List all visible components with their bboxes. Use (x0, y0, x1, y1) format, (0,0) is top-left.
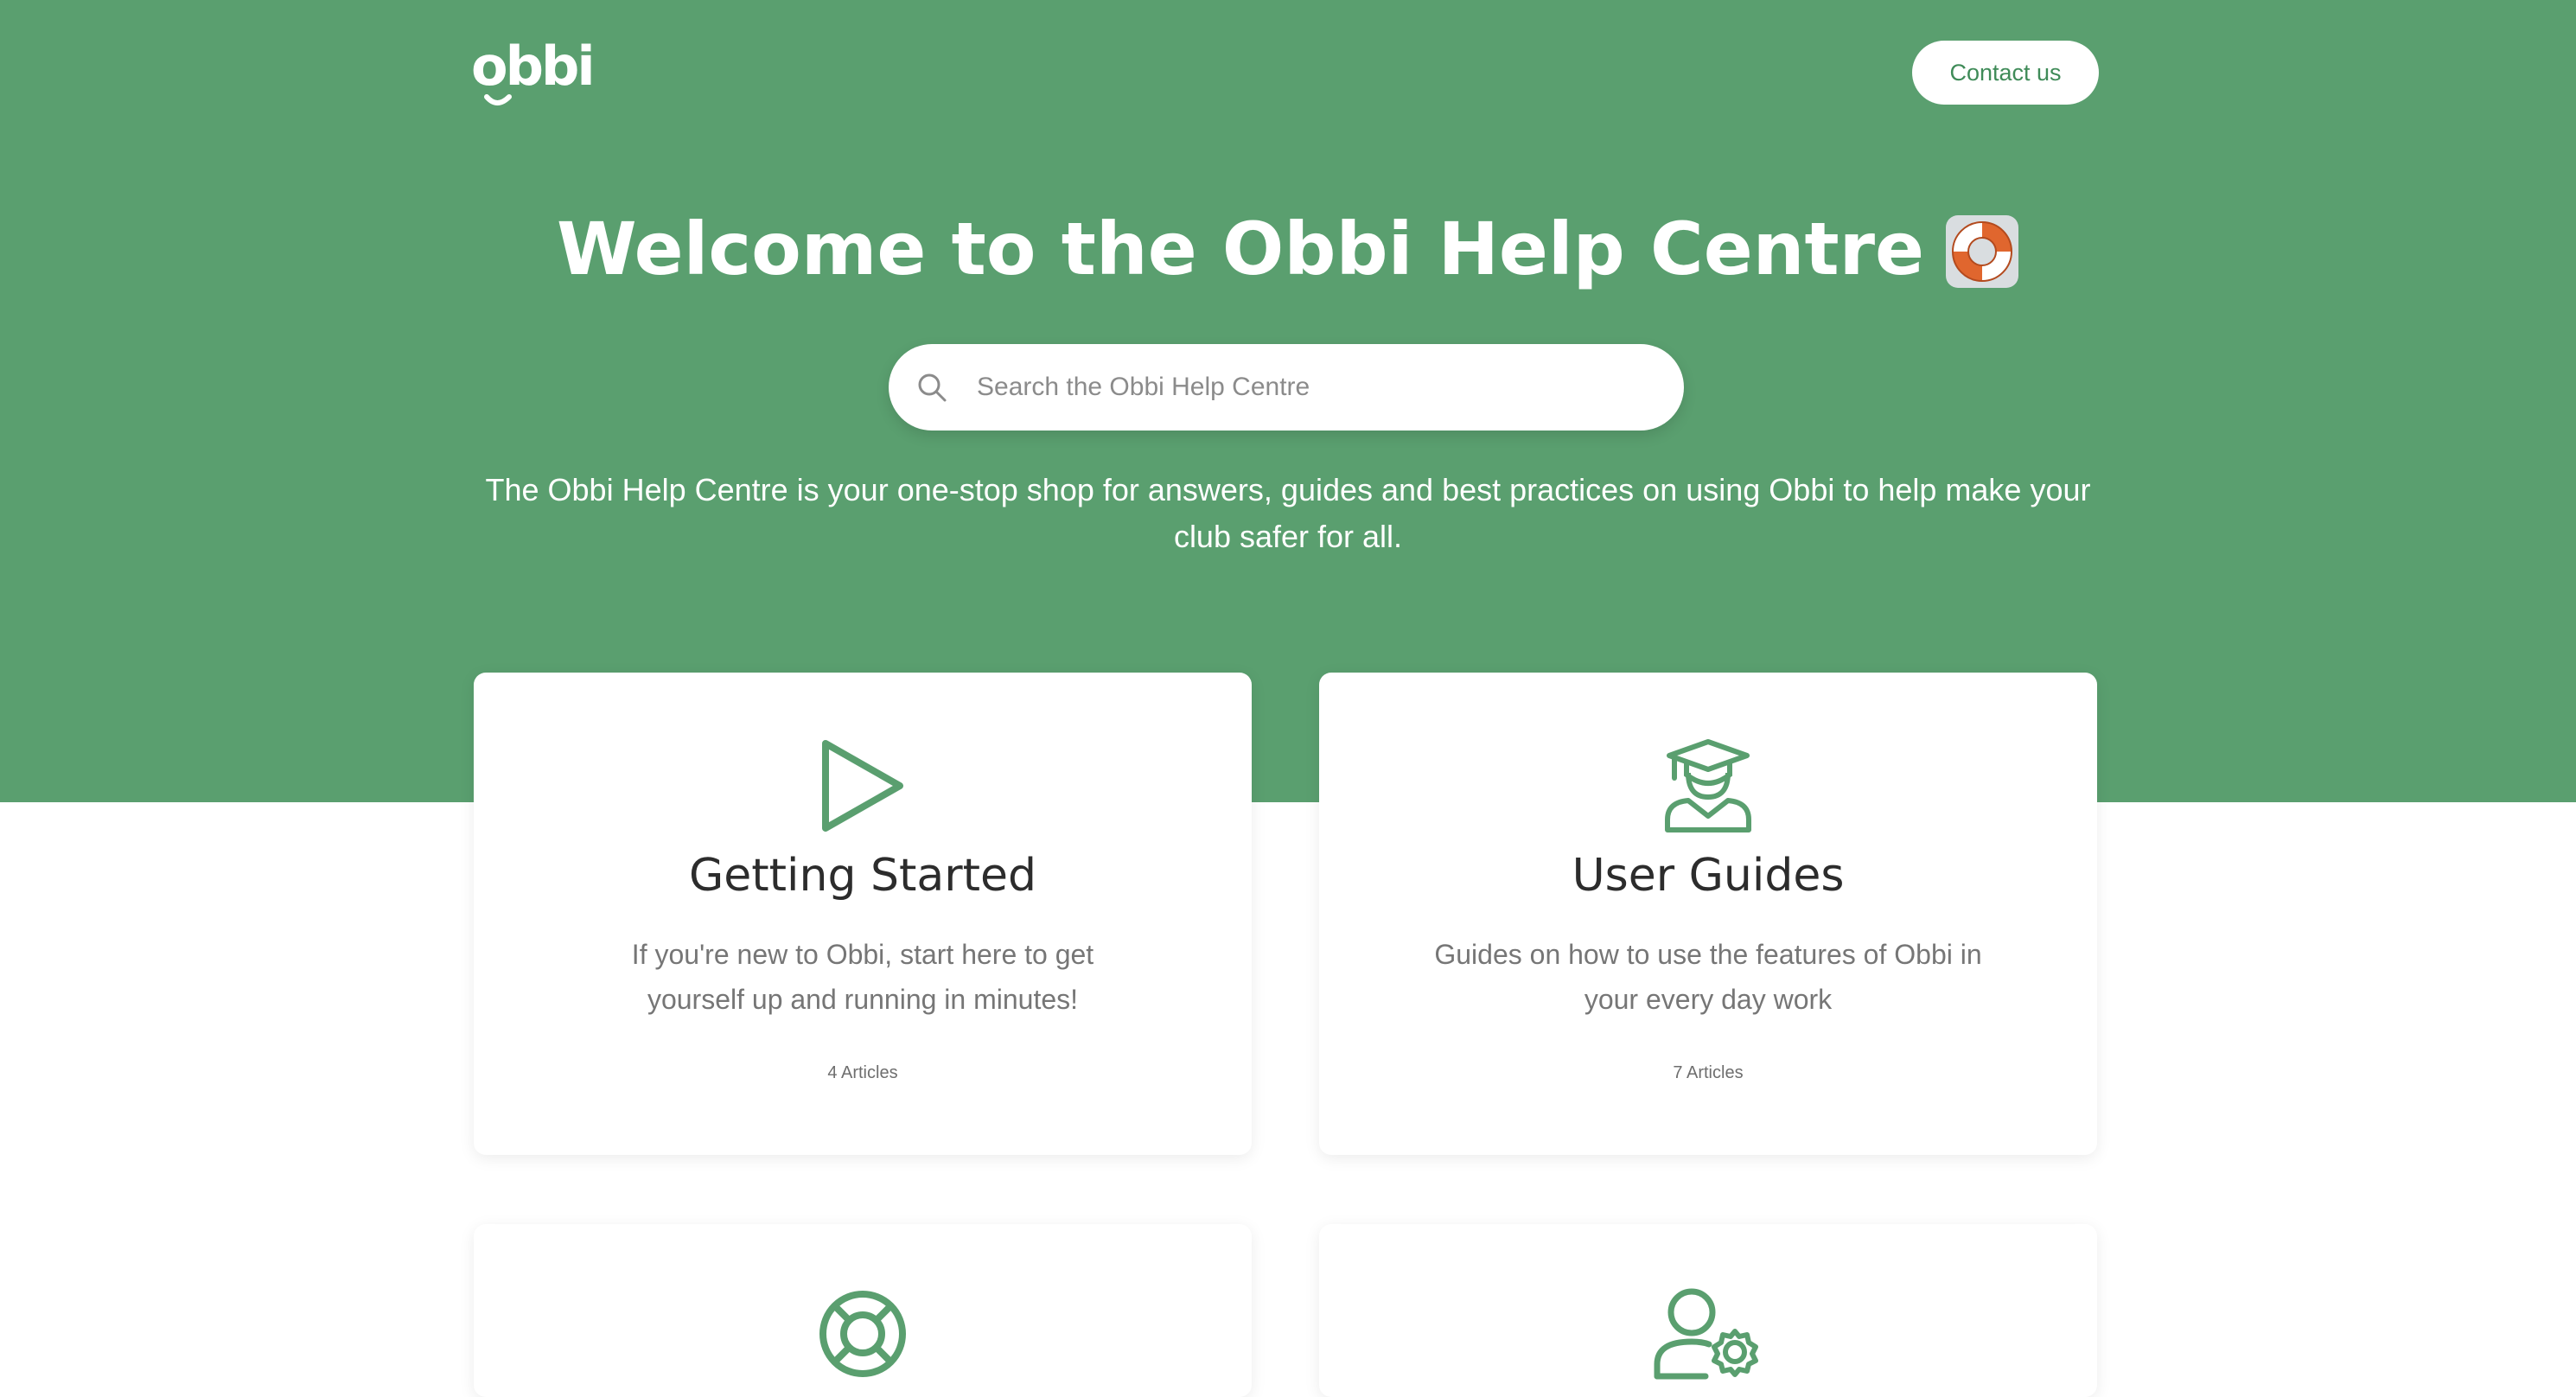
hero-description: The Obbi Help Centre is your one-stop sh… (485, 472, 2091, 554)
lifebuoy-icon (1945, 212, 2019, 288)
card-description: Guides on how to use the features of Obb… (1434, 939, 1982, 1015)
contact-us-button[interactable]: Contact us (1912, 41, 2099, 105)
graduate-icon (1661, 738, 1756, 833)
collection-card-admin[interactable] (1319, 1224, 2097, 1397)
card-title: Getting Started (688, 850, 1037, 902)
collection-card-user-guides[interactable]: User Guides Guides on how to use the fea… (1319, 673, 2097, 1155)
search-icon (916, 372, 947, 403)
search-bar[interactable] (889, 344, 1684, 431)
obbi-logo[interactable]: obbi (471, 35, 596, 112)
page-title-text: Welcome to the Obbi Help Centre (556, 207, 1925, 291)
collection-card-support[interactable] (474, 1224, 1252, 1397)
user-settings-icon (1652, 1286, 1764, 1381)
page-title: Welcome to the Obbi Help Centre (0, 197, 2576, 301)
lifebuoy-icon (815, 1286, 910, 1381)
search-input[interactable] (975, 372, 1653, 403)
card-title: User Guides (1572, 850, 1845, 902)
svg-text:obbi: obbi (471, 35, 592, 98)
play-icon (815, 738, 910, 833)
card-description: If you're new to Obbi, start here to get… (631, 939, 1094, 1015)
article-count: 4 Articles (827, 1063, 898, 1082)
collection-card-getting-started[interactable]: Getting Started If you're new to Obbi, s… (474, 673, 1252, 1155)
article-count: 7 Articles (1673, 1063, 1744, 1082)
